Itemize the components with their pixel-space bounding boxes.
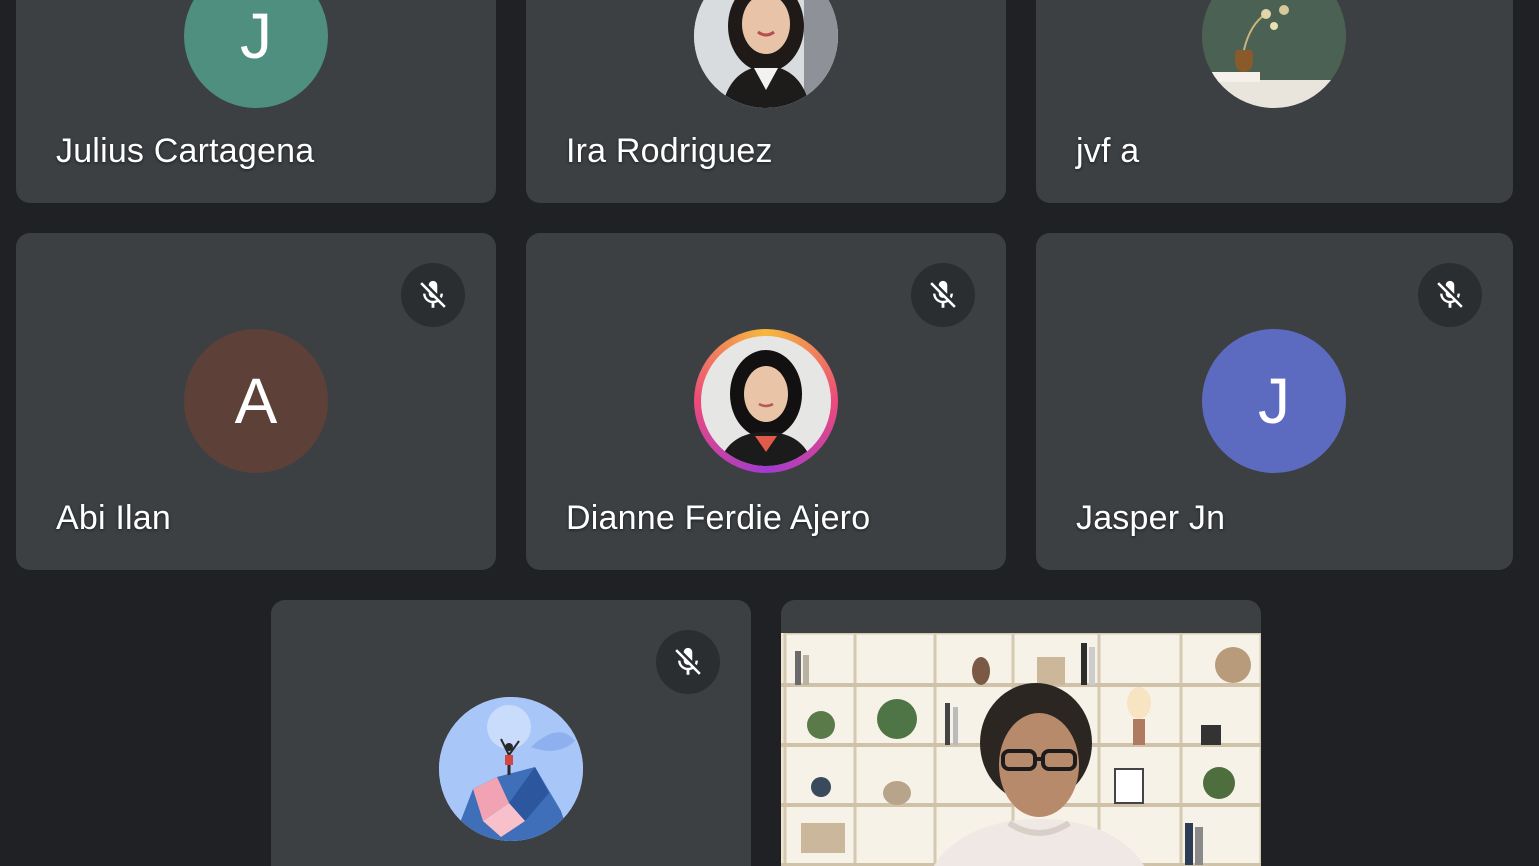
participant-tile[interactable]: Ira Rodriguez	[526, 0, 1006, 203]
video-frame	[781, 633, 1261, 866]
participant-tile[interactable]: jvf a	[1036, 0, 1513, 203]
participant-name: Abi Ilan	[56, 499, 172, 537]
participant-name: jvf a	[1076, 132, 1140, 170]
participant-tile[interactable]: J Jasper Jn	[1036, 233, 1513, 570]
avatar-initial: J	[240, 0, 272, 72]
avatar	[694, 329, 838, 473]
participant-name: Dianne Ferdie Ajero	[566, 499, 871, 537]
meeting-grid: J Julius Cartagena Ira Rodriguez jvf a A…	[0, 0, 1539, 866]
avatar	[439, 697, 583, 841]
mountain-illustration-icon	[439, 697, 583, 841]
participant-tile[interactable]: Dianne Ferdie Ajero	[526, 233, 1006, 570]
avatar-initial: A	[234, 365, 278, 437]
avatar-initial: J	[1258, 365, 1290, 437]
profile-photo	[694, 0, 838, 108]
muted-mic-icon	[1418, 263, 1482, 327]
participant-tile[interactable]	[781, 600, 1261, 866]
avatar: J	[1202, 329, 1346, 473]
participant-tile[interactable]: J Julius Cartagena	[16, 0, 496, 203]
avatar	[1202, 0, 1346, 108]
profile-photo	[1202, 0, 1346, 108]
participant-name: Jasper Jn	[1076, 499, 1226, 537]
participant-name: Ira Rodriguez	[566, 132, 773, 170]
avatar: J	[184, 0, 328, 108]
profile-photo	[701, 336, 831, 466]
avatar: A	[184, 329, 328, 473]
participant-video	[781, 633, 1261, 866]
muted-mic-icon	[656, 630, 720, 694]
participant-tile[interactable]	[271, 600, 751, 866]
muted-mic-icon	[911, 263, 975, 327]
avatar	[694, 0, 838, 108]
muted-mic-icon	[401, 263, 465, 327]
participant-tile[interactable]: A Abi Ilan	[16, 233, 496, 570]
participant-name: Julius Cartagena	[56, 132, 315, 170]
